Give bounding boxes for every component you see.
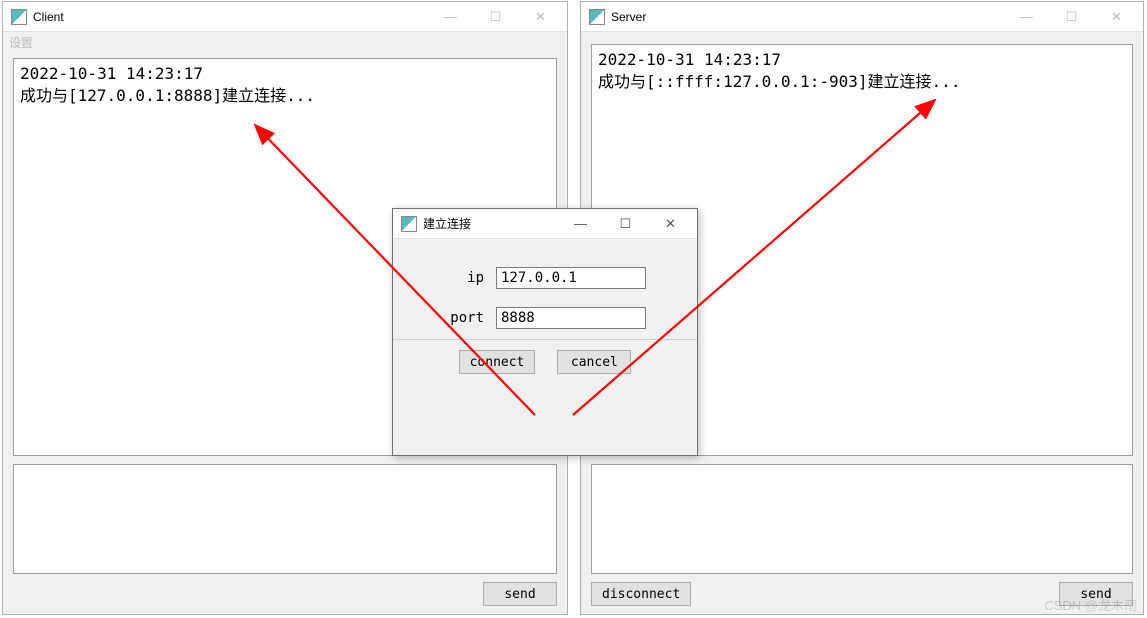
menu-settings[interactable]: 设置	[9, 36, 33, 50]
server-titlebar[interactable]: Server — ☐ ✕	[581, 2, 1143, 32]
port-label: port	[444, 310, 484, 326]
app-icon	[11, 9, 27, 25]
close-icon[interactable]: ✕	[1094, 3, 1139, 31]
connect-button[interactable]: connect	[459, 350, 536, 374]
maximize-icon[interactable]: ☐	[473, 3, 518, 31]
close-icon[interactable]: ✕	[648, 210, 693, 238]
minimize-icon[interactable]: —	[558, 210, 603, 238]
dialog-title: 建立连接	[423, 215, 471, 232]
ip-label: ip	[444, 270, 484, 286]
minimize-icon[interactable]: —	[1004, 3, 1049, 31]
server-input[interactable]	[591, 464, 1133, 574]
app-icon	[401, 216, 417, 232]
ip-input[interactable]	[496, 267, 646, 289]
watermark: CSDN @龙木南	[1044, 595, 1137, 614]
app-icon	[589, 9, 605, 25]
client-menubar: 设置	[3, 32, 567, 52]
client-input[interactable]	[13, 464, 557, 574]
dialog-titlebar[interactable]: 建立连接 — ☐ ✕	[393, 209, 697, 239]
client-titlebar[interactable]: Client — ☐ ✕	[3, 2, 567, 32]
maximize-icon[interactable]: ☐	[603, 210, 648, 238]
cancel-button[interactable]: cancel	[557, 350, 631, 374]
connect-dialog: 建立连接 — ☐ ✕ ip port connect cancel	[392, 208, 698, 456]
client-send-button[interactable]: send	[483, 582, 557, 606]
client-title: Client	[33, 10, 64, 24]
port-input[interactable]	[496, 307, 646, 329]
server-title: Server	[611, 10, 646, 24]
close-icon[interactable]: ✕	[518, 3, 563, 31]
disconnect-button[interactable]: disconnect	[591, 582, 691, 606]
minimize-icon[interactable]: —	[428, 3, 473, 31]
maximize-icon[interactable]: ☐	[1049, 3, 1094, 31]
